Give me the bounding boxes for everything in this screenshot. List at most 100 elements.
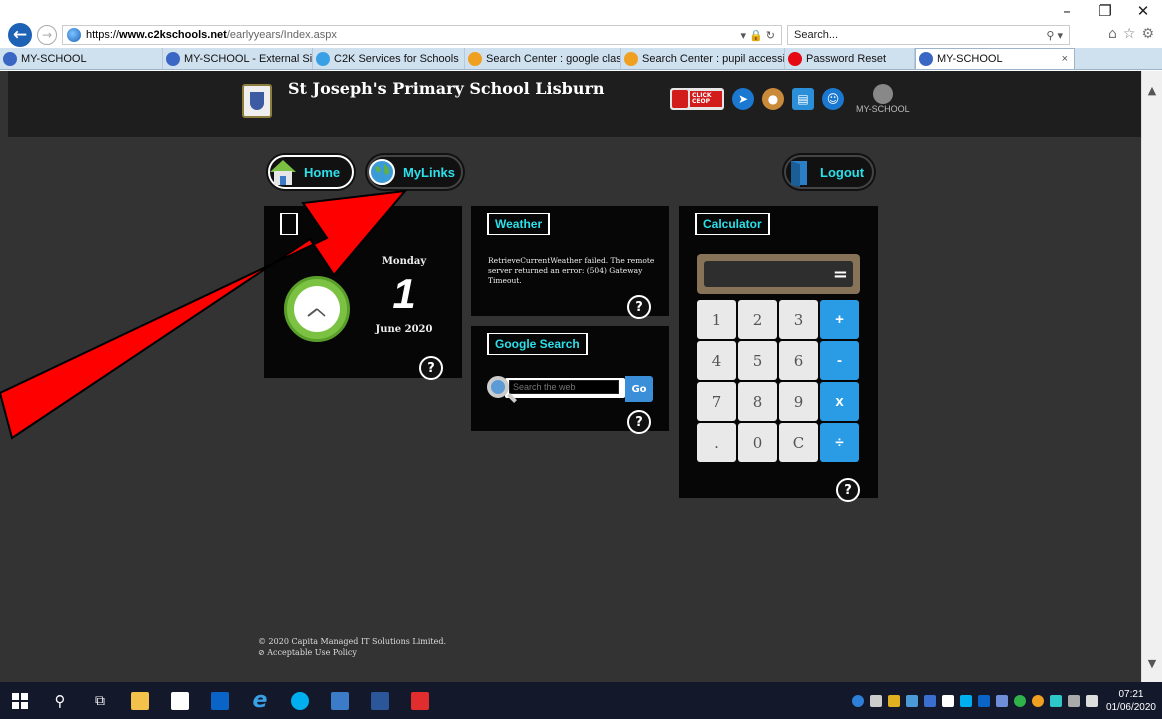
word-icon[interactable] [360, 682, 400, 719]
settings-gear-icon[interactable]: ⚙ [1141, 26, 1154, 42]
clock-title-bracket [280, 213, 298, 235]
browser-tab[interactable]: Password Reset [785, 48, 915, 69]
go-button[interactable]: Go [625, 376, 653, 402]
calc-key[interactable]: ÷ [820, 423, 859, 462]
tray-app-box-icon[interactable] [941, 694, 954, 707]
calc-key[interactable]: 6 [779, 341, 818, 380]
favorites-star-icon[interactable]: ☆ [1123, 26, 1136, 42]
myschool-logo[interactable]: MY-SCHOOL [856, 84, 910, 114]
search-icon[interactable]: ⚲ ▾ [1046, 29, 1063, 42]
house-icon [270, 160, 296, 185]
calc-key[interactable]: + [820, 300, 859, 339]
app-tray-icon[interactable] [923, 694, 936, 707]
calc-key[interactable]: 4 [697, 341, 736, 380]
file-manager-icon[interactable] [120, 682, 160, 719]
orange-tray-icon[interactable] [1031, 694, 1044, 707]
skype-tray-icon[interactable] [959, 694, 972, 707]
calc-key[interactable]: C [779, 423, 818, 462]
pointer-icon[interactable]: ➤ [732, 88, 754, 110]
tab-label: C2K Services for Schools [334, 52, 459, 65]
logout-button[interactable]: Logout [784, 155, 874, 189]
network-tray-icon[interactable] [905, 694, 918, 707]
outlook-tray-icon[interactable] [977, 694, 990, 707]
task-view-icon[interactable]: ⧉ [80, 682, 120, 719]
browser-tab[interactable]: C2K Services for Schools [313, 48, 465, 69]
equals-symbol[interactable]: = [833, 264, 848, 285]
taskbar-clock[interactable]: 07:21 01/06/2020 [1106, 688, 1156, 714]
url-path: /earlyyears/Index.aspx [226, 29, 337, 41]
google-help-icon[interactable]: ? [627, 410, 651, 434]
battery-tray-icon[interactable] [1049, 694, 1062, 707]
calc-key[interactable]: 7 [697, 382, 736, 421]
google-search-input[interactable] [509, 380, 619, 394]
ceop-label: CLICK CEOP [690, 91, 722, 107]
pdf-reader-icon[interactable] [400, 682, 440, 719]
tab-label: MY-SCHOOL [21, 52, 87, 65]
page-scrollbar[interactable]: ▲ ▼ [1141, 71, 1162, 682]
calc-key[interactable]: x [820, 382, 859, 421]
calculator-keypad: 1 2 3 +4 5 6- 7 8 9 x. 0 C ÷ [697, 300, 860, 462]
google-search-title: Google Search [487, 333, 588, 355]
home-button[interactable]: Home [268, 155, 354, 189]
logout-label: Logout [820, 164, 865, 180]
internet-explorer-icon[interactable]: e [240, 682, 280, 719]
save-file-icon[interactable] [320, 682, 360, 719]
calc-key[interactable]: 3 [779, 300, 818, 339]
calculator-widget: Calculator = 1 2 3 +4 5 6- 7 8 9 x. 0 C ÷ ? [679, 206, 878, 502]
back-button[interactable]: ← [8, 23, 32, 47]
acceptable-use-link[interactable]: ⊘ Acceptable Use Policy [258, 647, 446, 658]
outlook-icon[interactable] [200, 682, 240, 719]
clock-hands-icon [307, 308, 326, 317]
search-center-icon [468, 51, 482, 66]
url-scheme: https:// [86, 29, 120, 41]
school-name: St Joseph's Primary School Lisburn [288, 79, 605, 98]
scroll-up-icon[interactable]: ▲ [1142, 81, 1162, 99]
browser-search-box[interactable]: Search... ⚲ ▾ [787, 25, 1070, 45]
minimize-icon[interactable]: – [1048, 0, 1086, 22]
browser-tab[interactable]: MY-SCHOOL [0, 48, 163, 69]
cookie-icon[interactable]: ● [762, 88, 784, 110]
accessibility-person-icon[interactable]: ☺ [822, 88, 844, 110]
browser-tab[interactable]: MY-SCHOOL - External Site [163, 48, 313, 69]
clock-help-icon[interactable]: ? [419, 356, 443, 380]
wifi-tray-icon[interactable] [1067, 694, 1080, 707]
browser-tab[interactable]: Search Center : google classr... [465, 48, 621, 69]
info-tray-icon[interactable] [851, 694, 864, 707]
calculator-help-icon[interactable]: ? [836, 478, 860, 502]
home-icon[interactable]: ⌂ [1108, 26, 1117, 42]
myschool-icon [919, 52, 933, 66]
calc-key[interactable]: - [820, 341, 859, 380]
browser-tab[interactable]: Search Center : pupil accessi... [621, 48, 785, 69]
calc-key[interactable]: 5 [738, 341, 777, 380]
start-windows-icon[interactable] [0, 682, 40, 719]
skype-icon[interactable] [280, 682, 320, 719]
display-tray-icon[interactable] [995, 694, 1008, 707]
sims-icon[interactable] [160, 682, 200, 719]
browser-tab[interactable]: MY-SCHOOL × [915, 48, 1075, 69]
calc-key[interactable]: 0 [738, 423, 777, 462]
site-favicon-icon [67, 28, 81, 42]
calc-key[interactable]: 2 [738, 300, 777, 339]
myschool-head-icon [872, 84, 893, 104]
address-bar[interactable]: https:// www.c2kschools.net /earlyyears/… [62, 25, 782, 45]
forward-button[interactable]: → [37, 25, 57, 45]
calc-key[interactable]: 8 [738, 382, 777, 421]
shield-tray-icon[interactable] [887, 694, 900, 707]
address-tools[interactable]: ▾ 🔒 ↻ [740, 29, 775, 42]
weather-help-icon[interactable]: ? [627, 295, 651, 319]
close-window-icon[interactable]: ✕ [1124, 0, 1162, 22]
tools-tray-icon[interactable] [869, 694, 882, 707]
ceop-button[interactable]: CLICK CEOP [670, 88, 724, 110]
scroll-down-icon[interactable]: ▼ [1142, 654, 1162, 672]
calc-key[interactable]: . [697, 423, 736, 462]
accessibility-doc-icon[interactable]: ▤ [792, 88, 814, 110]
close-tab-icon[interactable]: × [1062, 53, 1068, 65]
magnifier-icon [487, 376, 509, 398]
green-tray-icon[interactable] [1013, 694, 1026, 707]
mylinks-button[interactable]: MyLinks [367, 155, 463, 189]
volume-tray-icon[interactable] [1085, 694, 1098, 707]
calc-key[interactable]: 1 [697, 300, 736, 339]
search-icon[interactable]: ⚲ [40, 682, 80, 719]
calc-key[interactable]: 9 [779, 382, 818, 421]
restore-icon[interactable]: ❐ [1086, 0, 1124, 22]
